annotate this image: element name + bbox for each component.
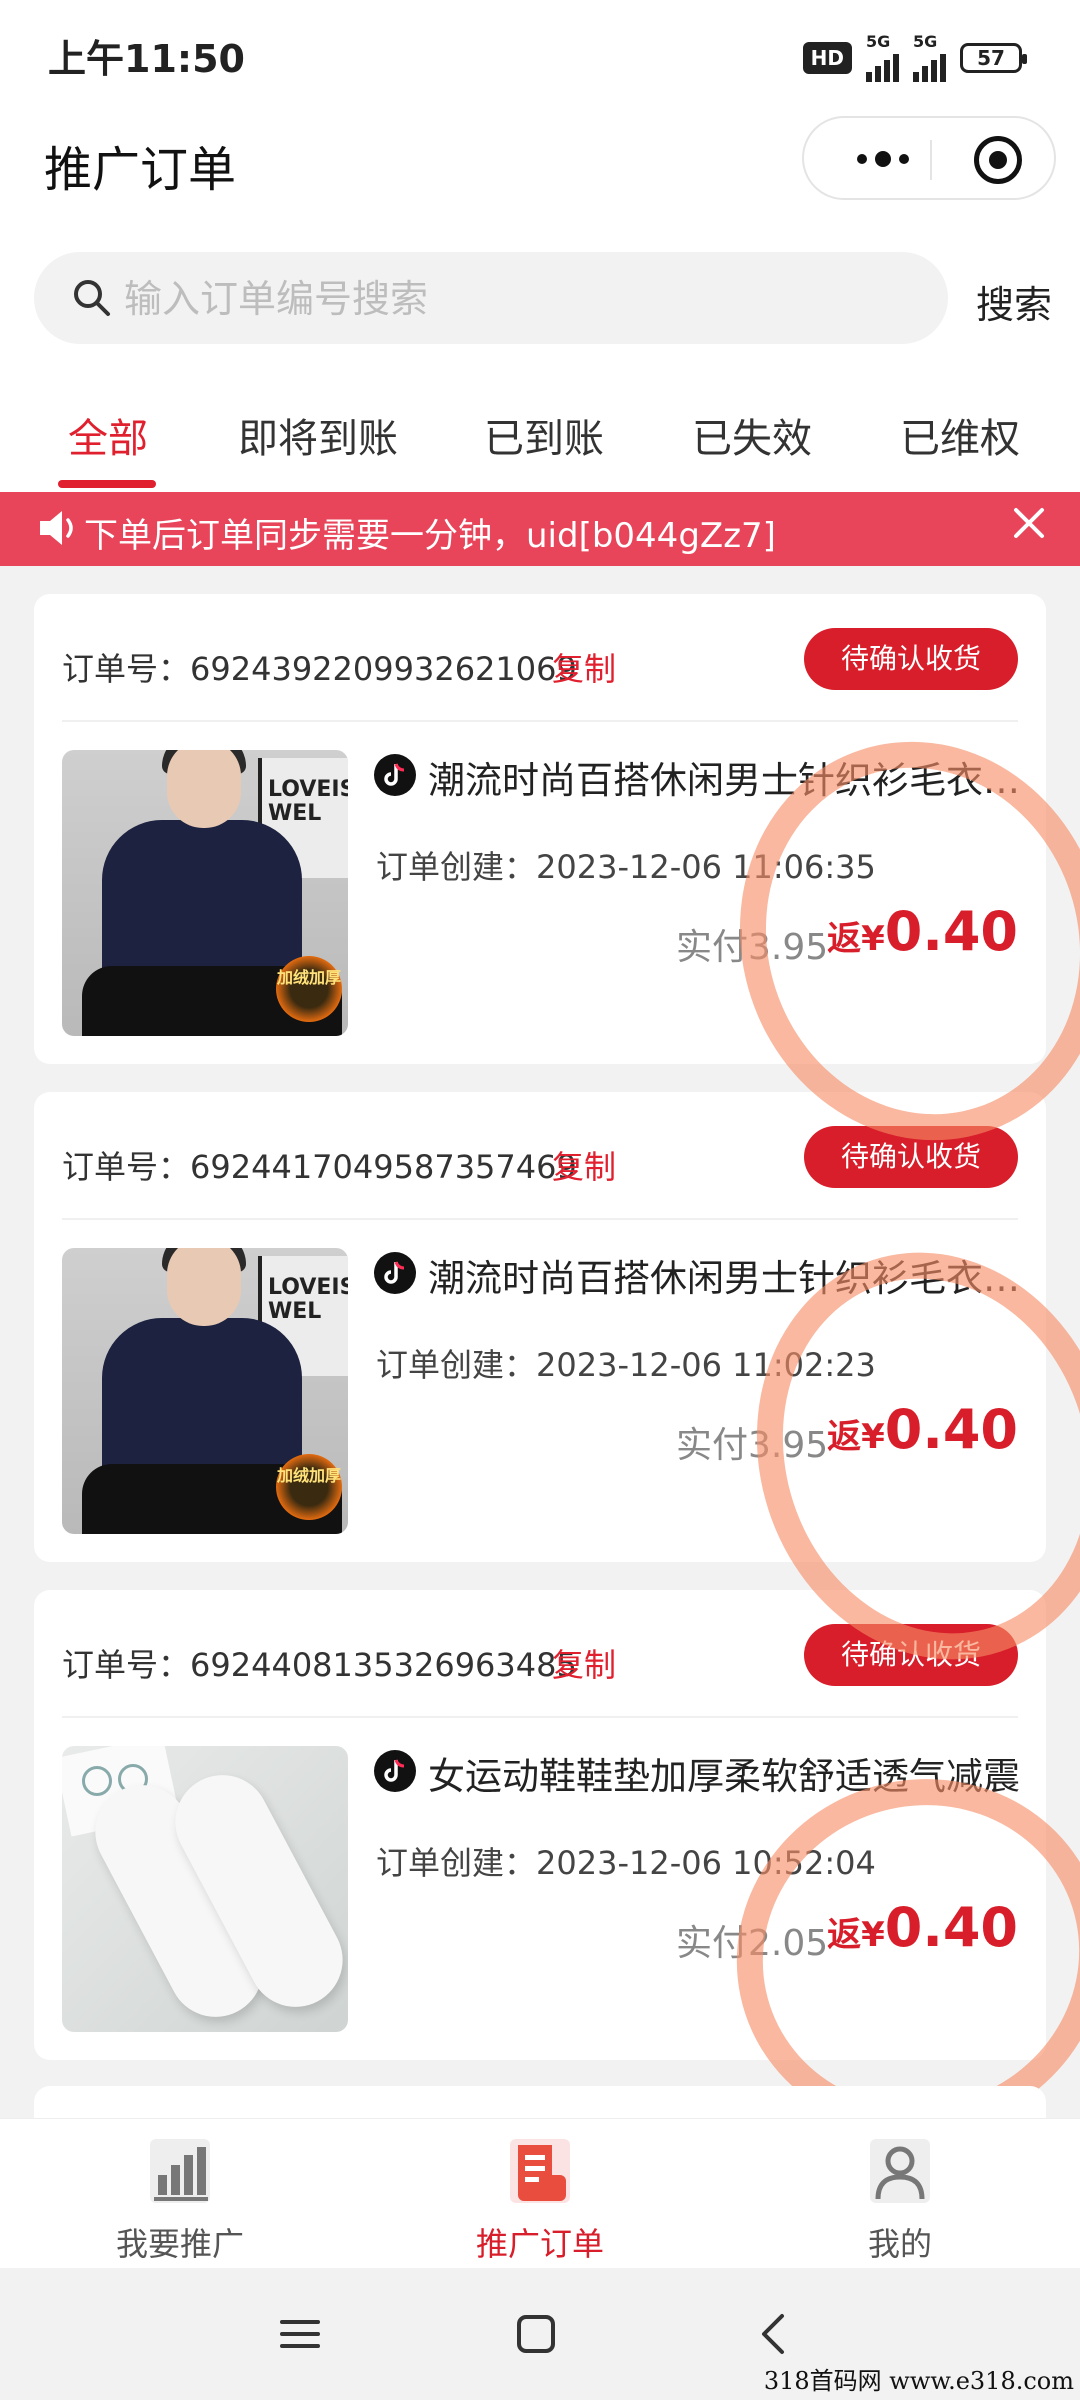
product-image[interactable]: LOVEIS WEL 加绒加厚: [62, 1248, 348, 1534]
order-list-icon: [510, 2139, 570, 2203]
search-icon: [74, 280, 110, 316]
created-time: 订单创建：2023-12-06 11:02:23: [376, 1346, 876, 1384]
more-menu-icon[interactable]: [840, 144, 926, 174]
status-badge: 待确认收货: [804, 1126, 1018, 1188]
warm-badge: 加绒加厚: [276, 956, 342, 1022]
douyin-icon: [374, 1252, 416, 1294]
douyin-icon: [374, 754, 416, 796]
search-button[interactable]: 搜索: [976, 274, 1052, 329]
nav-mine[interactable]: 我的: [790, 2137, 1010, 2265]
nav-orders[interactable]: 推广订单: [430, 2137, 650, 2265]
notice-banner: 下单后订单同步需要一分钟，uid[b044gZz7]: [0, 492, 1080, 566]
tab-arrived[interactable]: 已到账: [484, 406, 604, 464]
copy-button[interactable]: 复制: [552, 1142, 616, 1188]
signal-icon-2: 5G: [913, 32, 946, 82]
paid-amount: 实付3.95: [676, 927, 829, 968]
rebate-amount: 返¥0.40: [827, 1398, 1018, 1461]
home-icon[interactable]: [514, 2312, 558, 2356]
hd-voice-icon: HD: [802, 42, 852, 74]
product-image[interactable]: [62, 1746, 348, 2032]
mini-program-capsule: [802, 116, 1056, 200]
warm-badge: 加绒加厚: [276, 1454, 342, 1520]
page-header: 推广订单: [0, 110, 1080, 240]
paid-amount: 实付3.95: [676, 1425, 829, 1466]
douyin-icon: [374, 1750, 416, 1792]
bottom-nav: 我要推广 推广订单 我的: [0, 2118, 1080, 2269]
page-title: 推广订单: [44, 142, 237, 198]
product-image[interactable]: LOVEIS WEL 加绒加厚: [62, 750, 348, 1036]
tab-all[interactable]: 全部: [68, 406, 148, 464]
tab-invalid[interactable]: 已失效: [692, 406, 812, 464]
order-card[interactable]: 订单号：6924392209932621069 复制 待确认收货 LOVEIS …: [34, 594, 1046, 1064]
search-area: 搜索: [0, 240, 1080, 360]
notice-text: 下单后订单同步需要一分钟，uid[b044gZz7]: [84, 516, 776, 556]
system-nav-bar: 318首码网 www.e318.com: [0, 2268, 1080, 2400]
order-card[interactable]: 订单号：6924408135326963485 复制 待确认收货 女运动鞋鞋垫加…: [34, 1590, 1046, 2060]
tab-arriving[interactable]: 即将到账: [238, 406, 398, 464]
rebate-amount: 返¥0.40: [827, 1896, 1018, 1959]
speaker-icon: [40, 511, 73, 545]
close-icon[interactable]: [1012, 506, 1046, 540]
order-number: 订单号：6924408135326963485: [62, 1646, 577, 1684]
menu-icon[interactable]: [278, 2312, 322, 2356]
close-program-icon[interactable]: [974, 136, 1022, 184]
signal-icon: 5G: [866, 32, 899, 82]
watermark: 318首码网 www.e318.com: [763, 2367, 1074, 2395]
back-icon[interactable]: [752, 2312, 796, 2356]
nav-label: 推广订单: [475, 2225, 604, 2263]
tab-protected[interactable]: 已维权: [900, 406, 1020, 464]
copy-button[interactable]: 复制: [552, 644, 616, 690]
nav-promote[interactable]: 我要推广: [70, 2137, 290, 2265]
status-time: 上午11:50: [48, 37, 245, 81]
product-title[interactable]: 潮流时尚百搭休闲男士针织衫毛衣加绒加厚: [428, 1248, 1024, 1302]
bar-chart-icon: [150, 2139, 210, 2203]
rebate-amount: 返¥0.40: [827, 900, 1018, 963]
nav-label: 我的: [867, 2225, 932, 2263]
created-time: 订单创建：2023-12-06 11:06:35: [376, 848, 876, 886]
divider: [62, 720, 1018, 722]
divider: [62, 1218, 1018, 1220]
nav-label: 我要推广: [115, 2225, 244, 2263]
divider: [62, 1716, 1018, 1718]
copy-button[interactable]: 复制: [552, 1640, 616, 1686]
order-number: 订单号：6924417049587357469: [62, 1148, 577, 1186]
search-input[interactable]: [122, 252, 926, 346]
search-box[interactable]: [34, 252, 948, 346]
order-status-tabs: 全部 即将到账 已到账 已失效 已维权: [0, 360, 1080, 492]
order-card[interactable]: 订单号：6924417049587357469 复制 待确认收货 LOVEIS …: [34, 1092, 1046, 1562]
status-badge: 待确认收货: [804, 1624, 1018, 1686]
product-title[interactable]: 女运动鞋鞋垫加厚柔软舒适透气减震: [428, 1746, 1024, 1800]
status-indicators: HD 5G 5G 57: [802, 32, 1027, 82]
paid-amount: 实付2.05: [676, 1923, 829, 1964]
status-bar: 上午11:50 HD 5G 5G 57: [0, 0, 1080, 110]
person-icon: [870, 2139, 930, 2203]
active-tab-indicator: [58, 480, 156, 488]
order-number: 订单号：6924392209932621069: [62, 650, 577, 688]
product-title[interactable]: 潮流时尚百搭休闲男士针织衫毛衣加绒加厚: [428, 750, 1024, 804]
capsule-divider: [930, 140, 932, 180]
status-badge: 待确认收货: [804, 628, 1018, 690]
battery-icon: 57: [960, 43, 1027, 73]
created-time: 订单创建：2023-12-06 10:52:04: [376, 1844, 876, 1882]
